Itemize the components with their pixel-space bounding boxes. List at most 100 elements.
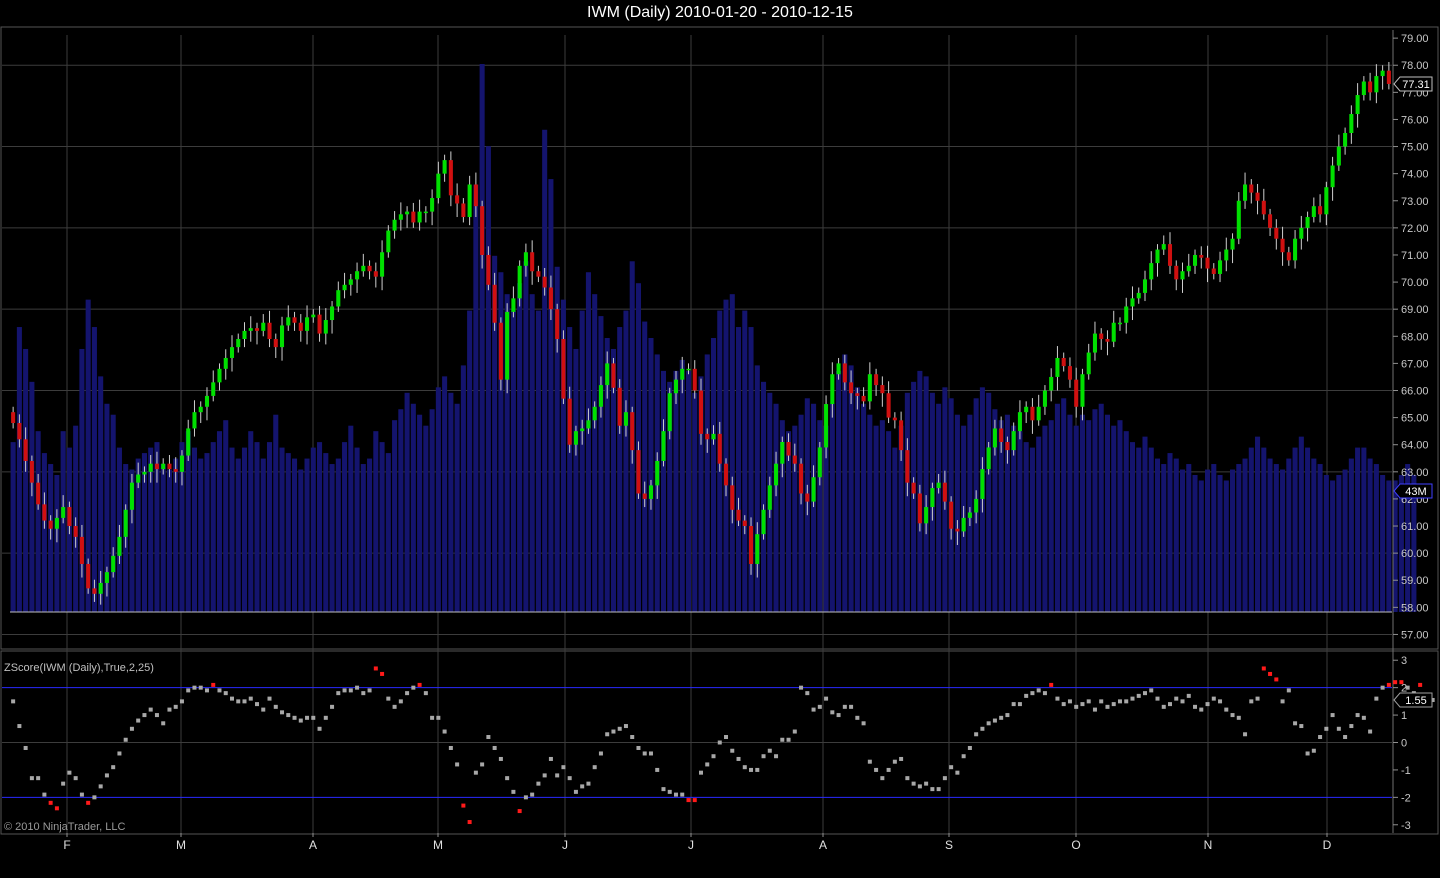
zscore-point: [717, 740, 722, 745]
zscore-point: [1230, 713, 1235, 718]
candle-down: [698, 390, 704, 434]
volume-bar: [110, 414, 116, 612]
volume-bar: [1086, 420, 1092, 612]
zscore-point: [673, 792, 678, 797]
zscore-point: [786, 737, 791, 742]
zscore-point: [911, 781, 916, 786]
candle-down: [473, 184, 478, 207]
zscore-point: [1080, 702, 1085, 707]
zscore-point: [724, 735, 729, 740]
volume-bar: [1129, 442, 1136, 612]
chart-canvas[interactable]: 57.0058.0059.0060.0061.0062.0063.0064.00…: [0, 0, 1440, 878]
volume-bar: [886, 431, 892, 612]
candle-up: [761, 509, 766, 535]
zscore-point: [974, 732, 979, 737]
zscore-points[interactable]: [2, 666, 1435, 825]
volume-bar: [873, 425, 879, 612]
month-label: N: [1204, 838, 1213, 852]
zscore-point-extreme: [373, 666, 378, 671]
zscore-point: [1249, 699, 1254, 704]
zscore-point: [1224, 707, 1229, 712]
zscore-point: [79, 792, 84, 797]
zscore-point: [342, 688, 347, 693]
zscore-point: [699, 770, 703, 775]
candle-down: [1261, 200, 1266, 215]
candle-down: [636, 450, 641, 494]
volume-bar: [1079, 414, 1085, 612]
volume-bar: [398, 409, 404, 612]
candle-up: [1236, 200, 1241, 239]
candle-up: [755, 534, 760, 564]
volume-bar: [454, 403, 460, 612]
volume-bar: [204, 453, 210, 612]
zscore-point: [136, 718, 141, 723]
candle-down: [1067, 366, 1072, 380]
candle-up: [1180, 271, 1185, 280]
zscore-point: [949, 765, 954, 770]
zscore-tick-label: -1: [1401, 765, 1411, 777]
zscore-point: [967, 745, 972, 750]
candle-up: [129, 482, 134, 510]
volume-bar: [892, 447, 898, 612]
zscore-point: [917, 784, 922, 789]
zscore-point: [92, 795, 97, 800]
price-tick-label: 66.00: [1401, 386, 1429, 398]
zscore-point: [849, 704, 854, 709]
volume-bar: [429, 409, 435, 612]
candle-down: [1030, 406, 1035, 421]
price-tick-label: 64.00: [1401, 440, 1429, 452]
candle-down: [23, 439, 28, 461]
zscore-point: [392, 704, 397, 709]
volume-bar: [479, 64, 485, 612]
zscore-point: [523, 795, 528, 800]
volume-bar: [986, 392, 992, 612]
candle-up: [1142, 279, 1148, 293]
volume-bar: [773, 403, 779, 612]
candle-down: [530, 252, 535, 272]
candle-up: [1230, 238, 1235, 250]
candle-down: [874, 374, 879, 386]
candle-up: [924, 507, 929, 524]
candle-down: [480, 206, 485, 255]
candle-up: [1161, 244, 1166, 250]
volume-bar: [1048, 420, 1054, 612]
zscore-point: [1005, 713, 1010, 718]
volume-bar: [373, 431, 379, 612]
volume-bar: [342, 442, 348, 612]
candle-up: [179, 455, 184, 472]
volume-bar: [1023, 442, 1029, 612]
candle-up: [523, 252, 528, 266]
zscore-point: [154, 713, 159, 718]
candle-up: [623, 412, 628, 426]
candle-up: [242, 330, 247, 339]
volume-bar: [1098, 403, 1104, 612]
candle-up: [136, 474, 141, 483]
zscore-point: [1218, 699, 1223, 704]
candle-up: [286, 317, 291, 326]
candle-up: [1024, 406, 1029, 413]
price-tick-label: 59.00: [1401, 575, 1429, 587]
candle-up: [467, 184, 472, 218]
zscore-point: [305, 715, 310, 720]
candle-up: [417, 211, 422, 223]
zscore-point: [1211, 696, 1216, 701]
candle-up: [305, 317, 310, 331]
zscore-point: [67, 770, 72, 775]
candle-down: [29, 460, 34, 483]
candle-down: [1074, 379, 1079, 407]
candle-down: [842, 363, 847, 383]
candle-up: [1136, 292, 1141, 299]
zscore-point: [1055, 696, 1060, 701]
candle-down: [792, 455, 797, 464]
candle-down: [880, 385, 885, 394]
volume-bar: [448, 392, 454, 612]
zscore-point: [29, 776, 34, 781]
month-label: S: [945, 838, 953, 852]
zscore-point: [924, 781, 929, 786]
volume-bar: [660, 370, 667, 612]
candle-up: [355, 271, 360, 280]
volume-bar: [1348, 458, 1354, 612]
zscore-point-extreme: [48, 800, 53, 805]
month-label: J: [562, 838, 568, 852]
zscore-point: [980, 726, 985, 731]
